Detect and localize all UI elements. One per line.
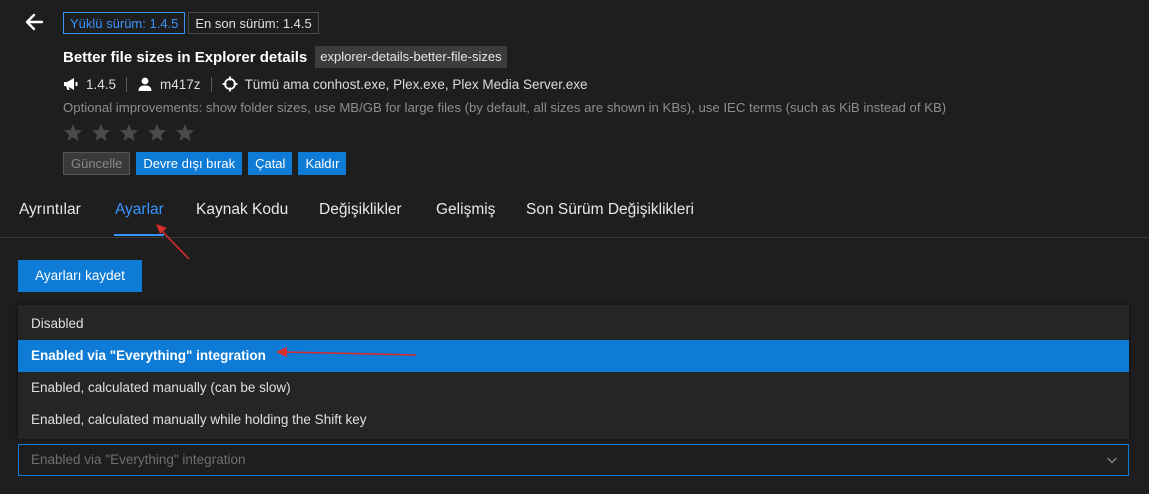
tab-details[interactable]: Ayrıntılar xyxy=(19,201,81,219)
targets-text: Tümü ama conhost.exe, Plex.exe, Plex Med… xyxy=(244,76,588,92)
tab-advanced[interactable]: Gelişmiş xyxy=(436,201,495,219)
person-icon xyxy=(138,77,152,91)
meta-row: 1.4.5 m417z Tümü ama conhost.exe, Plex.e… xyxy=(63,74,587,94)
star-icon[interactable] xyxy=(147,123,167,143)
star-icon[interactable] xyxy=(175,123,195,143)
fork-button[interactable]: Çatal xyxy=(248,152,293,175)
dropdown-options-list: Disabled Enabled via "Everything" integr… xyxy=(18,305,1129,439)
meta-separator xyxy=(126,76,128,92)
dropdown-option-manual-shift[interactable]: Enabled, calculated manually while holdi… xyxy=(18,404,1129,436)
dropdown-option-everything[interactable]: Enabled via "Everything" integration xyxy=(18,340,1129,372)
mod-id-chip: explorer-details-better-file-sizes xyxy=(315,46,507,68)
save-settings-button[interactable]: Ayarları kaydet xyxy=(18,260,142,292)
star-icon[interactable] xyxy=(91,123,111,143)
mod-title: Better file sizes in Explorer details xyxy=(63,48,308,66)
latest-version-badge: En son sürüm: 1.4.5 xyxy=(188,12,319,34)
meta-separator xyxy=(210,76,212,92)
rating-stars[interactable] xyxy=(63,123,203,143)
tab-source-code[interactable]: Kaynak Kodu xyxy=(196,201,288,219)
active-tab-indicator xyxy=(114,234,164,236)
version-badges: Yüklü sürüm: 1.4.5 En son sürüm: 1.4.5 xyxy=(63,12,319,34)
crosshair-icon xyxy=(222,76,238,92)
author-link[interactable]: m417z xyxy=(160,77,201,92)
version-text: 1.4.5 xyxy=(86,76,117,92)
title-row: Better file sizes in Explorer details ex… xyxy=(63,46,507,68)
installed-version-badge: Yüklü sürüm: 1.4.5 xyxy=(63,12,186,34)
tab-changes[interactable]: Değişiklikler xyxy=(319,201,402,219)
mod-description: Optional improvements: show folder sizes… xyxy=(63,100,947,115)
dropdown-option-disabled[interactable]: Disabled xyxy=(18,308,1129,340)
arrow-left-icon xyxy=(25,13,44,31)
remove-button[interactable]: Kaldır xyxy=(298,152,347,175)
folder-size-select[interactable]: Enabled via "Everything" integration xyxy=(18,444,1129,476)
megaphone-icon xyxy=(64,78,78,90)
star-icon[interactable] xyxy=(119,123,139,143)
tab-bar: Ayrıntılar Ayarlar Kaynak Kodu Değişikli… xyxy=(0,195,1149,238)
chevron-down-icon xyxy=(1107,457,1117,464)
disable-button[interactable]: Devre dışı bırak xyxy=(136,152,243,175)
update-button[interactable]: Güncelle xyxy=(63,152,131,175)
tab-changelog[interactable]: Son Sürüm Değişiklikleri xyxy=(526,201,694,219)
back-button[interactable] xyxy=(22,10,48,34)
star-icon[interactable] xyxy=(63,123,83,143)
select-current-value: Enabled via "Everything" integration xyxy=(31,452,246,467)
action-buttons: Güncelle Devre dışı bırak Çatal Kaldır xyxy=(63,152,352,175)
tab-settings[interactable]: Ayarlar xyxy=(115,201,164,219)
dropdown-option-manual[interactable]: Enabled, calculated manually (can be slo… xyxy=(18,372,1129,404)
